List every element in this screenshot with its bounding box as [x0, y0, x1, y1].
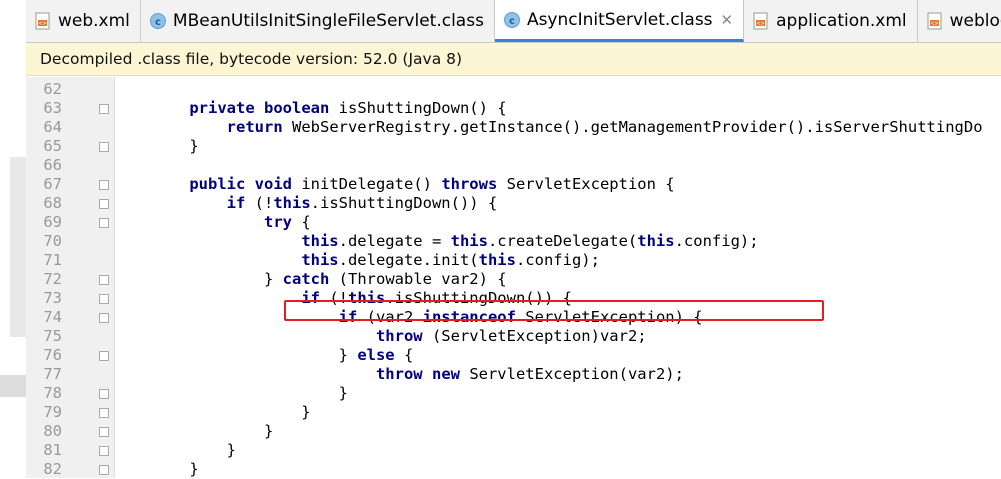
code-line: 78 }	[26, 384, 1001, 403]
code-line: 79 }	[26, 403, 1001, 422]
tab-web-xml[interactable]: <> web.xml	[26, 0, 141, 42]
line-number: 66	[43, 156, 62, 174]
code-line: 68 if (!this.isShuttingDown()) {	[26, 194, 1001, 213]
code-line: 75 throw (ServletException)var2;	[26, 327, 1001, 346]
tab-application-xml[interactable]: <> application.xml	[744, 0, 918, 42]
tab-label: MBeanUtilsInitSingleFileServlet.class	[172, 11, 484, 31]
svg-text:<>: <>	[756, 21, 764, 27]
line-number: 79	[43, 403, 62, 421]
fold-marker-icon[interactable]	[99, 389, 109, 399]
fold-marker-icon[interactable]	[99, 180, 109, 190]
code-text: this.delegate = this.createDelegate(this…	[301, 232, 759, 250]
code-line: 81 }	[26, 441, 1001, 460]
project-panel-edge	[0, 0, 26, 478]
line-number: 64	[43, 118, 62, 136]
line-number: 63	[43, 99, 62, 117]
code-line: 80 }	[26, 422, 1001, 441]
code-text: }	[152, 441, 236, 459]
fold-marker-icon[interactable]	[99, 294, 109, 304]
code-text: }	[152, 422, 274, 440]
line-number: 76	[43, 346, 62, 364]
tab-label: weblogic-app	[949, 11, 1001, 31]
svg-text:<>: <>	[930, 21, 938, 27]
fold-marker-icon[interactable]	[99, 408, 109, 418]
line-number: 73	[43, 289, 62, 307]
line-number: 70	[43, 232, 62, 250]
tab-mbeanutilsinitsinglefileservlet-class[interactable]: c MBeanUtilsInitSingleFileServlet.class	[141, 0, 495, 42]
tab-label: application.xml	[776, 11, 907, 31]
fold-marker-icon[interactable]	[99, 104, 109, 114]
editor-tab-bar: <> web.xml c MBeanUtilsInitSingleFileServle…	[26, 0, 1001, 43]
code-text: return WebServerRegistry.getInstance().g…	[226, 118, 983, 136]
line-number: 74	[43, 308, 62, 326]
tab-weblogic-app[interactable]: <> weblogic-app	[918, 0, 1001, 42]
line-number: 68	[43, 194, 62, 212]
code-text: throw (ServletException)var2;	[375, 327, 647, 345]
tab-label: web.xml	[58, 11, 130, 31]
line-number: 77	[43, 365, 62, 383]
tab-asyncinitservlet-class[interactable]: c AsyncInitServlet.class ✕	[494, 0, 745, 42]
code-line: 66	[26, 156, 1001, 175]
svg-text:c: c	[509, 16, 515, 27]
line-number: 67	[43, 175, 62, 193]
code-line: 69 try {	[26, 213, 1001, 232]
close-icon[interactable]: ✕	[721, 11, 734, 29]
line-number: 72	[43, 270, 62, 288]
line-number: 62	[43, 80, 62, 98]
class-file-icon: c	[149, 12, 167, 30]
code-text: }	[152, 403, 311, 421]
line-number: 80	[43, 422, 62, 440]
fold-marker-icon[interactable]	[99, 351, 109, 361]
line-number: 69	[43, 213, 62, 231]
fold-marker-icon[interactable]	[99, 218, 109, 228]
xml-file-icon: <>	[34, 12, 52, 30]
code-text: private boolean isShuttingDown() {	[189, 99, 507, 117]
code-text: } else {	[152, 346, 414, 364]
code-text: try {	[263, 213, 311, 231]
code-editor[interactable]: 62 63 private boolean isShuttingDown() {6…	[26, 77, 1001, 478]
tab-label: AsyncInitServlet.class	[526, 9, 713, 30]
code-text: } catch (Throwable var2) {	[152, 270, 507, 288]
code-text: }	[152, 137, 199, 155]
svg-text:c: c	[155, 17, 161, 28]
fold-marker-icon[interactable]	[99, 142, 109, 152]
code-text: if (!this.isShuttingDown()) {	[226, 194, 498, 212]
code-line: 70 this.delegate = this.createDelegate(t…	[26, 232, 1001, 251]
code-text: throw new ServletException(var2);	[375, 365, 684, 383]
code-line: 72 } catch (Throwable var2) {	[26, 270, 1001, 289]
code-line: 67 public void initDelegate() throws Ser…	[26, 175, 1001, 194]
code-text: }	[152, 384, 348, 402]
code-line: 65 }	[26, 137, 1001, 156]
code-text: this.delegate.init(this.config);	[301, 251, 600, 269]
code-text: }	[152, 460, 199, 478]
line-number: 81	[43, 441, 62, 459]
line-number: 65	[43, 137, 62, 155]
code-line: 63 private boolean isShuttingDown() {	[26, 99, 1001, 118]
code-line: 62	[26, 80, 1001, 99]
code-line: 71 this.delegate.init(this.config);	[26, 251, 1001, 270]
fold-marker-icon[interactable]	[99, 313, 109, 323]
fold-marker-icon[interactable]	[99, 446, 109, 456]
project-tree-selection	[10, 157, 26, 337]
project-tree-selected-row	[0, 375, 26, 397]
fold-marker-icon[interactable]	[99, 465, 109, 475]
code-line: 82 }	[26, 460, 1001, 479]
code-line: 76 } else {	[26, 346, 1001, 365]
class-file-icon: c	[503, 11, 521, 29]
highlight-box	[284, 300, 824, 321]
fold-marker-icon[interactable]	[99, 199, 109, 209]
line-number: 75	[43, 327, 62, 345]
code-line: 77 throw new ServletException(var2);	[26, 365, 1001, 384]
decompiled-banner: Decompiled .class file, bytecode version…	[26, 43, 1001, 76]
fold-marker-icon[interactable]	[99, 427, 109, 437]
svg-text:<>: <>	[38, 21, 46, 27]
code-text: public void initDelegate() throws Servle…	[189, 175, 675, 193]
line-number: 82	[43, 460, 62, 478]
code-line: 64 return WebServerRegistry.getInstance(…	[26, 118, 1001, 137]
xml-file-icon: <>	[752, 12, 770, 30]
xml-file-icon: <>	[926, 12, 944, 30]
fold-marker-icon[interactable]	[99, 275, 109, 285]
line-number: 71	[43, 251, 62, 269]
line-number: 78	[43, 384, 62, 402]
